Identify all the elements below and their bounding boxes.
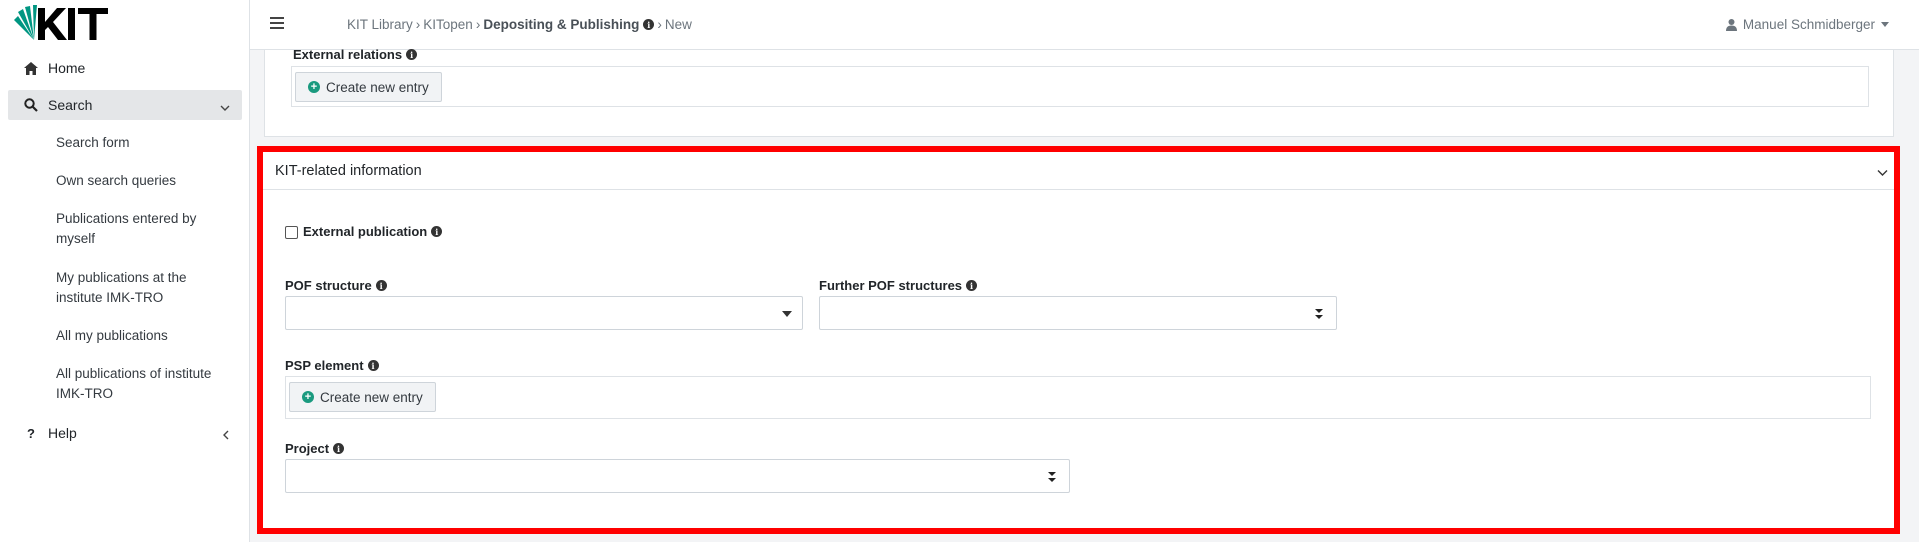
breadcrumb: KIT Library › KITopen › Depositing & Pub… (347, 17, 692, 32)
sidebar-item-label: Home (48, 60, 86, 76)
pof-structure-label: POF structure i (285, 278, 387, 293)
sidebar-subitem-own-search-queries[interactable]: Own search queries (56, 171, 236, 191)
chevron-left-icon (222, 427, 230, 443)
kit-logo[interactable] (12, 4, 114, 44)
psp-element-label: PSP element i (285, 358, 379, 373)
top-bar: KIT Library › KITopen › Depositing & Pub… (250, 0, 1919, 50)
info-icon[interactable]: i (375, 280, 387, 291)
chevron-down-icon (1877, 165, 1888, 181)
project-select[interactable] (285, 459, 1070, 493)
sidebar-item-label: Help (48, 425, 77, 441)
caret-down-icon (782, 311, 792, 317)
sidebar-item-home[interactable]: Home (8, 53, 242, 83)
plus-circle-icon: + (302, 391, 314, 403)
kit-related-information-section: KIT-related information External publica… (257, 146, 1900, 534)
external-publication-label-text: External publication (303, 224, 428, 239)
psp-element-label-text: PSP element (285, 358, 364, 373)
pof-structure-select[interactable] (285, 296, 803, 330)
double-caret-down-icon (1314, 307, 1324, 321)
button-label: Create new entry (320, 389, 423, 405)
user-menu[interactable]: Manuel Schmidberger (1725, 17, 1889, 32)
external-relations-box: + Create new entry (291, 66, 1869, 107)
info-icon[interactable]: i (367, 360, 379, 371)
user-name: Manuel Schmidberger (1742, 17, 1875, 32)
psp-element-create-button[interactable]: + Create new entry (289, 382, 436, 412)
project-label: Project i (285, 441, 345, 456)
sidebar-subitem-search-form[interactable]: Search form (56, 133, 236, 153)
search-icon (24, 98, 38, 112)
sidebar-item-help[interactable]: ? Help (8, 418, 242, 448)
home-icon (24, 61, 38, 75)
user-icon (1725, 18, 1737, 31)
external-publication-label: External publication i (303, 224, 443, 239)
breadcrumb-kit-library[interactable]: KIT Library (347, 17, 413, 32)
sidebar-item-label: Search (48, 97, 93, 113)
kit-section-title: KIT-related information (275, 162, 422, 179)
project-label-text: Project (285, 441, 330, 456)
sidebar-subitem-my-publications-institute[interactable]: My publications at the institute IMK-TRO (56, 268, 236, 308)
external-relations-create-button[interactable]: + Create new entry (295, 72, 442, 102)
plus-circle-icon: + (308, 81, 320, 93)
info-icon[interactable]: i (431, 226, 443, 237)
info-icon[interactable]: i (966, 280, 978, 291)
chevron-down-icon (220, 99, 230, 115)
sidebar-subitem-publications-entered[interactable]: Publications entered by myself (56, 209, 236, 249)
external-relations-label: External relations i (293, 47, 418, 62)
further-pof-structures-label: Further POF structures i (819, 278, 978, 293)
psp-element-box: + Create new entry (285, 376, 1871, 419)
further-pof-label-text: Further POF structures (819, 278, 963, 293)
caret-down-icon (1881, 22, 1889, 27)
breadcrumb-depositing-publishing[interactable]: Depositing & Publishing (483, 17, 639, 32)
external-relations-panel: External relations i + Create new entry (264, 47, 1894, 137)
sidebar-item-search[interactable]: Search (8, 90, 242, 120)
sidebar: Home Search Search form Own search queri… (0, 0, 250, 542)
sidebar-subitem-all-my-publications[interactable]: All my publications (56, 326, 236, 346)
sidebar-subitem-all-publications-institute[interactable]: All publications of institute IMK-TRO (56, 364, 236, 404)
info-icon[interactable]: i (643, 19, 655, 30)
breadcrumb-current: New (664, 17, 692, 32)
further-pof-structures-select[interactable] (819, 296, 1337, 330)
external-publication-checkbox[interactable] (285, 226, 298, 239)
question-icon: ? (27, 425, 35, 441)
info-icon[interactable]: i (333, 443, 345, 454)
hamburger-menu-icon[interactable] (270, 17, 284, 29)
info-icon[interactable]: i (406, 49, 418, 60)
double-caret-down-icon (1047, 470, 1057, 484)
button-label: Create new entry (326, 79, 429, 95)
external-relations-label-text: External relations (293, 47, 403, 62)
kit-section-header[interactable]: KIT-related information (263, 152, 1894, 190)
pof-structure-label-text: POF structure (285, 278, 372, 293)
breadcrumb-kitopen[interactable]: KITopen (423, 17, 473, 32)
